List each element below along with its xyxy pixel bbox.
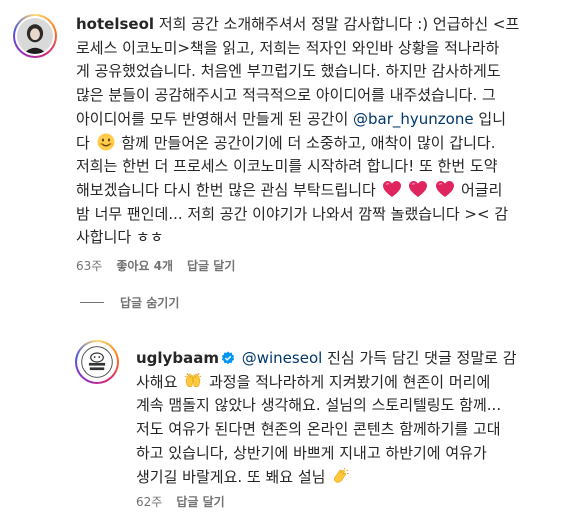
comment-line: 계속 맴돌지 않았나 생각해요. 설님의 스토리텔링도 함께... bbox=[136, 396, 502, 415]
comment-line: 로세스 이코노미>책을 읽고, 저희는 적자인 와인바 상황을 적나라하 bbox=[76, 38, 500, 57]
heart-emoji-icon bbox=[436, 180, 455, 197]
woman-portrait-avatar-icon bbox=[17, 18, 53, 54]
comment-meta-uglybaam: 62주 답글 달기 bbox=[136, 493, 225, 510]
comment-line: 저도 여유가 된다면 현존의 온라인 콘텐츠 함께하기를 고대 bbox=[136, 420, 501, 439]
comment-hotelseol: hotelseol 저희 공간 소개해주셔서 정말 감사합니다 :) 언급하신 … bbox=[76, 13, 566, 250]
comment-line: 하고 있습니다, 상반기에 바쁘게 지내고 하반기에 여유가 bbox=[136, 443, 487, 462]
reply-button[interactable]: 답글 달기 bbox=[176, 493, 224, 510]
comment-line: 사해요 과정을 적나라하게 지켜봤기에 현존이 머리에 bbox=[136, 372, 491, 391]
smiling-face-emoji-icon bbox=[97, 133, 115, 151]
comment-meta-hotelseol: 63주 좋아요 4개 답글 달기 bbox=[76, 257, 235, 274]
comment-line: 아이디어를 모두 반영해서 만들게 된 공간이 @bar_hyunzone 입니 bbox=[76, 109, 506, 128]
raising-hands-emoji-icon bbox=[184, 372, 202, 387]
clapping-hands-emoji-icon bbox=[334, 467, 349, 483]
username-hotelseol[interactable]: hotelseol bbox=[76, 15, 154, 33]
comment-line: 다 함께 만들어온 공간이기에 더 소중하고, 애착이 많이 갑니다. bbox=[76, 133, 496, 152]
likes-count-button[interactable]: 좋아요 4개 bbox=[116, 257, 173, 274]
comment-uglybaam: uglybaam @wineseol 진심 가득 담긴 댓글 정말로 감 사해요… bbox=[136, 347, 566, 489]
verified-badge-icon bbox=[221, 351, 235, 365]
comment-line: 해보겠습니다 다시 한번 많은 관심 부탁드립니다 어글리 bbox=[76, 180, 503, 199]
comment-line: 게 공유했었습니다. 처음엔 부끄럽기도 했습니다. 하지만 감사하게도 bbox=[76, 62, 501, 81]
avatar-uglybaam[interactable] bbox=[75, 340, 119, 384]
avatar-hotelseol[interactable] bbox=[13, 14, 57, 58]
comment-line: 저희는 한번 더 프로세스 이코노미를 시작하려 합니다! 또 한번 도약 bbox=[76, 157, 498, 176]
comment-line: 많은 분들이 공감해주시고 적극적으로 아이디어를 내주셨습니다. 그 bbox=[76, 86, 496, 105]
timestamp: 62주 bbox=[136, 495, 163, 509]
divider-line bbox=[80, 302, 104, 303]
username-uglybaam[interactable]: uglybaam bbox=[136, 349, 219, 367]
heart-emoji-icon bbox=[409, 180, 428, 197]
hide-replies-button[interactable]: 답글 숨기기 bbox=[80, 294, 179, 311]
reply-button[interactable]: 답글 달기 bbox=[187, 257, 235, 274]
comment-line: hotelseol 저희 공간 소개해주셔서 정말 감사합니다 :) 언급하신 … bbox=[76, 15, 520, 33]
comment-line: 밤 너무 팬인데... 저희 공간 이야기가 나와서 깜짝 놀랬습니다 >< 감 bbox=[76, 204, 509, 223]
mention-link[interactable]: @wineseol bbox=[242, 349, 323, 367]
comment-line: 생기길 바랄게요. 또 봬요 설님 bbox=[136, 466, 566, 490]
comment-line: uglybaam @wineseol 진심 가득 담긴 댓글 정말로 감 bbox=[136, 349, 517, 367]
mention-link[interactable]: @bar_hyunzone bbox=[353, 110, 474, 128]
uglybaam-logo-avatar-icon bbox=[79, 344, 115, 380]
comment-line: 사합니다 ㅎㅎ bbox=[76, 228, 164, 247]
timestamp: 63주 bbox=[76, 259, 103, 273]
heart-emoji-icon bbox=[382, 180, 401, 197]
